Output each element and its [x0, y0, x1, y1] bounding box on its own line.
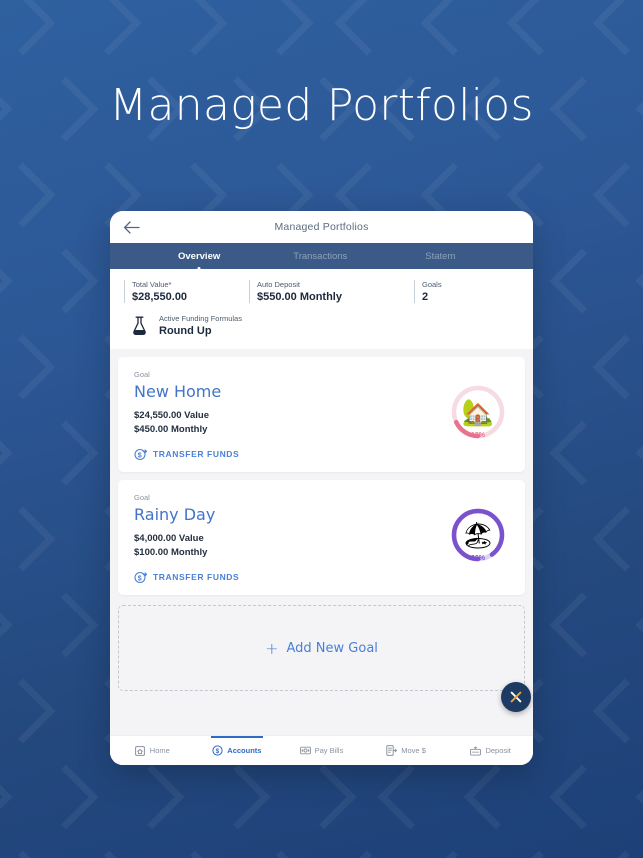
nav-item-home[interactable]: Home — [110, 736, 195, 765]
goal-kicker: Goal — [134, 370, 150, 379]
transfer-funds-label: TRANSFER FUNDS — [153, 449, 240, 460]
page-root: Managed Portfolios Managed Portfolios Ov… — [0, 0, 643, 858]
progress-ring-rainy-day: 🏖 90% — [450, 507, 506, 563]
goal-progress-ring-wrap: 🏡 18% — [447, 370, 509, 440]
tab-overview[interactable]: Overview — [178, 250, 221, 270]
nav-item-pay-bills[interactable]: Pay Bills — [279, 736, 364, 765]
progress-ring-new-home: 🏡 18% — [450, 384, 506, 440]
stat-goals-label: Goals — [422, 280, 442, 289]
close-x-icon — [510, 691, 522, 703]
nav-item-deposit[interactable]: Deposit — [448, 736, 533, 765]
tab-active-indicator — [197, 266, 201, 270]
summary-panel: Total Value* $28,550.00 Auto Deposit $55… — [110, 269, 533, 349]
stat-total-value: Total Value* $28,550.00 — [124, 280, 249, 303]
tab-bar: Overview Transactions Statem — [110, 243, 533, 270]
flask-icon — [130, 315, 148, 337]
nav-item-move-money[interactable]: Move $ — [364, 736, 449, 765]
accounts-dollar-icon: $ — [212, 745, 223, 756]
add-new-goal-button[interactable]: + Add New Goal — [118, 605, 525, 691]
goal-name[interactable]: New Home — [134, 382, 447, 401]
pay-bills-icon — [299, 745, 311, 756]
tab-overview-label: Overview — [178, 250, 221, 262]
stat-auto-deposit-label: Auto Deposit — [257, 280, 300, 289]
transfer-funds-button[interactable]: $ TRANSFER FUNDS — [134, 448, 447, 461]
goal-card-rainy-day[interactable]: Goal Rainy Day $4,000.00 Value $100.00 M… — [118, 480, 525, 595]
progress-percent-label: 18% — [470, 432, 486, 439]
screen-body: Total Value* $28,550.00 Auto Deposit $55… — [110, 269, 533, 765]
home-icon — [135, 745, 146, 756]
funding-formula-label: Active Funding Formulas — [159, 314, 242, 323]
nav-item-home-label: Home — [149, 746, 170, 755]
goal-progress-ring-wrap: 🏖 90% — [447, 493, 509, 563]
arrow-left-icon[interactable] — [122, 218, 140, 236]
stat-total-value-label: Total Value* — [132, 280, 172, 289]
svg-text:$: $ — [138, 575, 143, 582]
svg-text:$: $ — [138, 452, 143, 459]
goal-emoji-beach: 🏖 — [461, 520, 495, 550]
dollar-transfer-icon: $ — [134, 571, 148, 584]
goal-card-content: Goal New Home $24,550.00 Value $450.00 M… — [134, 370, 447, 461]
stat-goals-count: 2 — [422, 291, 429, 303]
stat-auto-deposit-amount: $550.00 Monthly — [257, 291, 342, 303]
goal-value-line: $4,000.00 Value — [134, 533, 204, 544]
nav-item-deposit-label: Deposit — [485, 746, 511, 755]
plus-icon: + — [265, 638, 279, 658]
transfer-funds-button[interactable]: $ TRANSFER FUNDS — [134, 571, 447, 584]
phone-screen: Managed Portfolios Overview Transactions… — [110, 211, 533, 765]
dollar-transfer-icon: $ — [134, 448, 148, 461]
goal-card-content: Goal Rainy Day $4,000.00 Value $100.00 M… — [134, 493, 447, 584]
add-new-goal-label: Add New Goal — [286, 640, 378, 656]
goal-name[interactable]: Rainy Day — [134, 505, 447, 524]
goal-monthly-line: $100.00 Monthly — [134, 546, 208, 558]
goal-card-new-home[interactable]: Goal New Home $24,550.00 Value $450.00 M… — [118, 357, 525, 472]
summary-stats-row: Total Value* $28,550.00 Auto Deposit $55… — [110, 280, 533, 303]
tab-transactions[interactable]: Transactions — [293, 251, 347, 262]
active-funding-formula-row: Active Funding Formulas Round Up — [110, 303, 533, 337]
progress-percent-label: 90% — [470, 555, 486, 562]
goal-emoji-home: 🏡 — [461, 397, 495, 427]
goal-value-line: $24,550.00 Value — [134, 410, 210, 421]
app-bar: Managed Portfolios — [110, 211, 533, 243]
nav-item-pay-bills-label: Pay Bills — [314, 746, 344, 755]
svg-text:$: $ — [216, 748, 220, 755]
stat-total-value-amount: $28,550.00 — [132, 291, 188, 303]
app-bar-title: Managed Portfolios — [274, 221, 369, 233]
nav-item-accounts[interactable]: $ Accounts — [195, 736, 280, 765]
funding-formula-value: Round Up — [159, 325, 212, 337]
bottom-navigation: Home $ Accounts Pay Bills Move $ Deposit — [110, 735, 533, 765]
nav-item-move-money-label: Move $ — [401, 746, 426, 755]
close-overlay-button[interactable] — [501, 682, 531, 712]
nav-active-underline — [210, 736, 264, 738]
deposit-icon — [470, 745, 482, 756]
nav-item-accounts-label: Accounts — [227, 746, 262, 755]
goal-kicker: Goal — [134, 493, 150, 502]
transfer-funds-label: TRANSFER FUNDS — [153, 572, 240, 583]
stat-auto-deposit: Auto Deposit $550.00 Monthly — [249, 280, 414, 303]
page-title: Managed Portfolios — [109, 80, 534, 131]
stat-goals: Goals 2 — [414, 280, 504, 303]
goal-monthly-line: $450.00 Monthly — [134, 423, 208, 435]
move-money-icon — [386, 745, 398, 756]
tab-statements[interactable]: Statem — [425, 251, 455, 262]
